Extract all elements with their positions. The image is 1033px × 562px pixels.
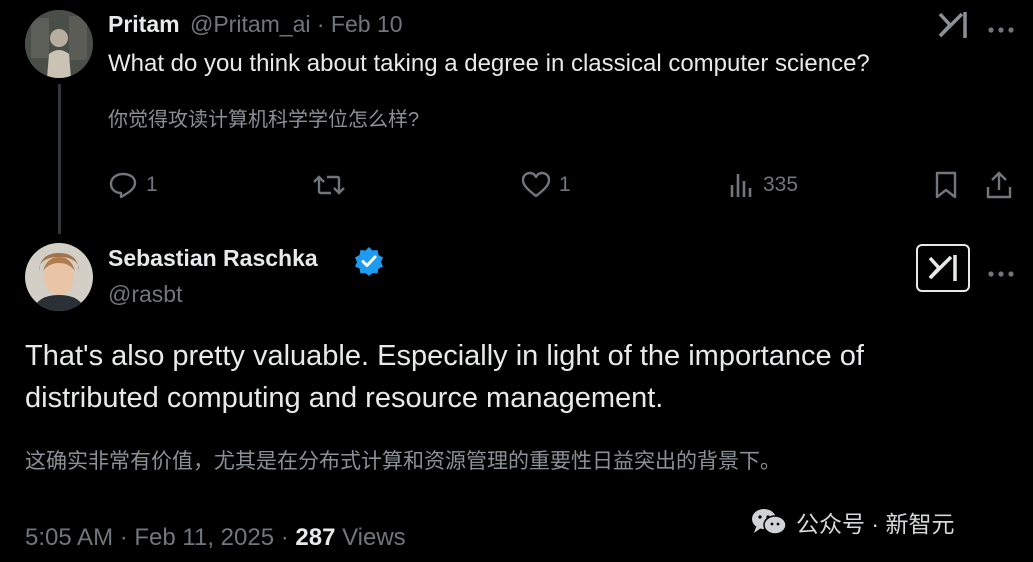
views-label: Views — [335, 524, 406, 551]
watermark-text: 公众号 · 新智元 — [796, 511, 955, 537]
views-count: 335 — [763, 173, 799, 196]
wechat-icon — [750, 506, 788, 538]
main-author-name[interactable]: Sebastian Raschka — [108, 245, 318, 272]
reply-icon — [108, 171, 138, 199]
like-action[interactable]: 1 — [521, 171, 571, 199]
retweet-action[interactable] — [312, 171, 354, 199]
main-author-name-text: Sebastian Raschka — [108, 245, 318, 271]
main-tweet-text-line2: distributed computing and resource manag… — [25, 382, 664, 414]
parent-tweet-text: What do you think about taking a degree … — [108, 50, 870, 77]
verified-badge-icon — [354, 246, 384, 276]
parent-author-name[interactable]: Pritam — [108, 11, 180, 37]
grok-button[interactable] — [916, 244, 970, 292]
more-options-icon-main[interactable] — [988, 264, 1014, 277]
views-count-main: 287 — [295, 524, 336, 551]
like-count: 1 — [559, 173, 571, 196]
views-bar-chart-icon — [729, 171, 755, 199]
main-handle[interactable]: @rasbt — [108, 281, 182, 308]
thread-line — [58, 84, 61, 234]
more-options-icon[interactable] — [988, 20, 1014, 33]
tweet-meta: 5:05 AM · Feb 11, 2025 · 287 Views — [25, 524, 406, 552]
main-tweet-translation: 这确实非常有价值，尤其是在分布式计算和资源管理的重要性日益突出的背景下。 — [25, 450, 781, 473]
parent-handle-date[interactable]: @Pritam_ai · Feb 10 — [190, 11, 403, 37]
watermark: 公众号 · 新智元 — [750, 505, 954, 539]
views-action[interactable]: 335 — [729, 171, 798, 199]
reply-count: 1 — [146, 173, 158, 196]
timestamp[interactable]: 5:05 AM · Feb 11, 2025 · — [25, 524, 295, 551]
retweet-icon — [312, 171, 346, 199]
main-tweet-text-line1: That's also pretty valuable. Especially … — [25, 340, 864, 372]
avatar-pritam[interactable] — [25, 10, 93, 78]
heart-icon — [521, 171, 551, 199]
reply-action[interactable]: 1 — [108, 171, 158, 199]
avatar-sebastian[interactable] — [25, 243, 93, 311]
bookmark-icon[interactable] — [933, 170, 959, 200]
grok-icon[interactable] — [936, 10, 970, 40]
grok-icon-main — [927, 253, 959, 283]
parent-tweet-translation: 你觉得攻读计算机科学学位怎么样? — [108, 109, 420, 131]
share-icon[interactable] — [985, 170, 1013, 200]
parent-header: Pritam @Pritam_ai · Feb 10 — [108, 11, 403, 38]
